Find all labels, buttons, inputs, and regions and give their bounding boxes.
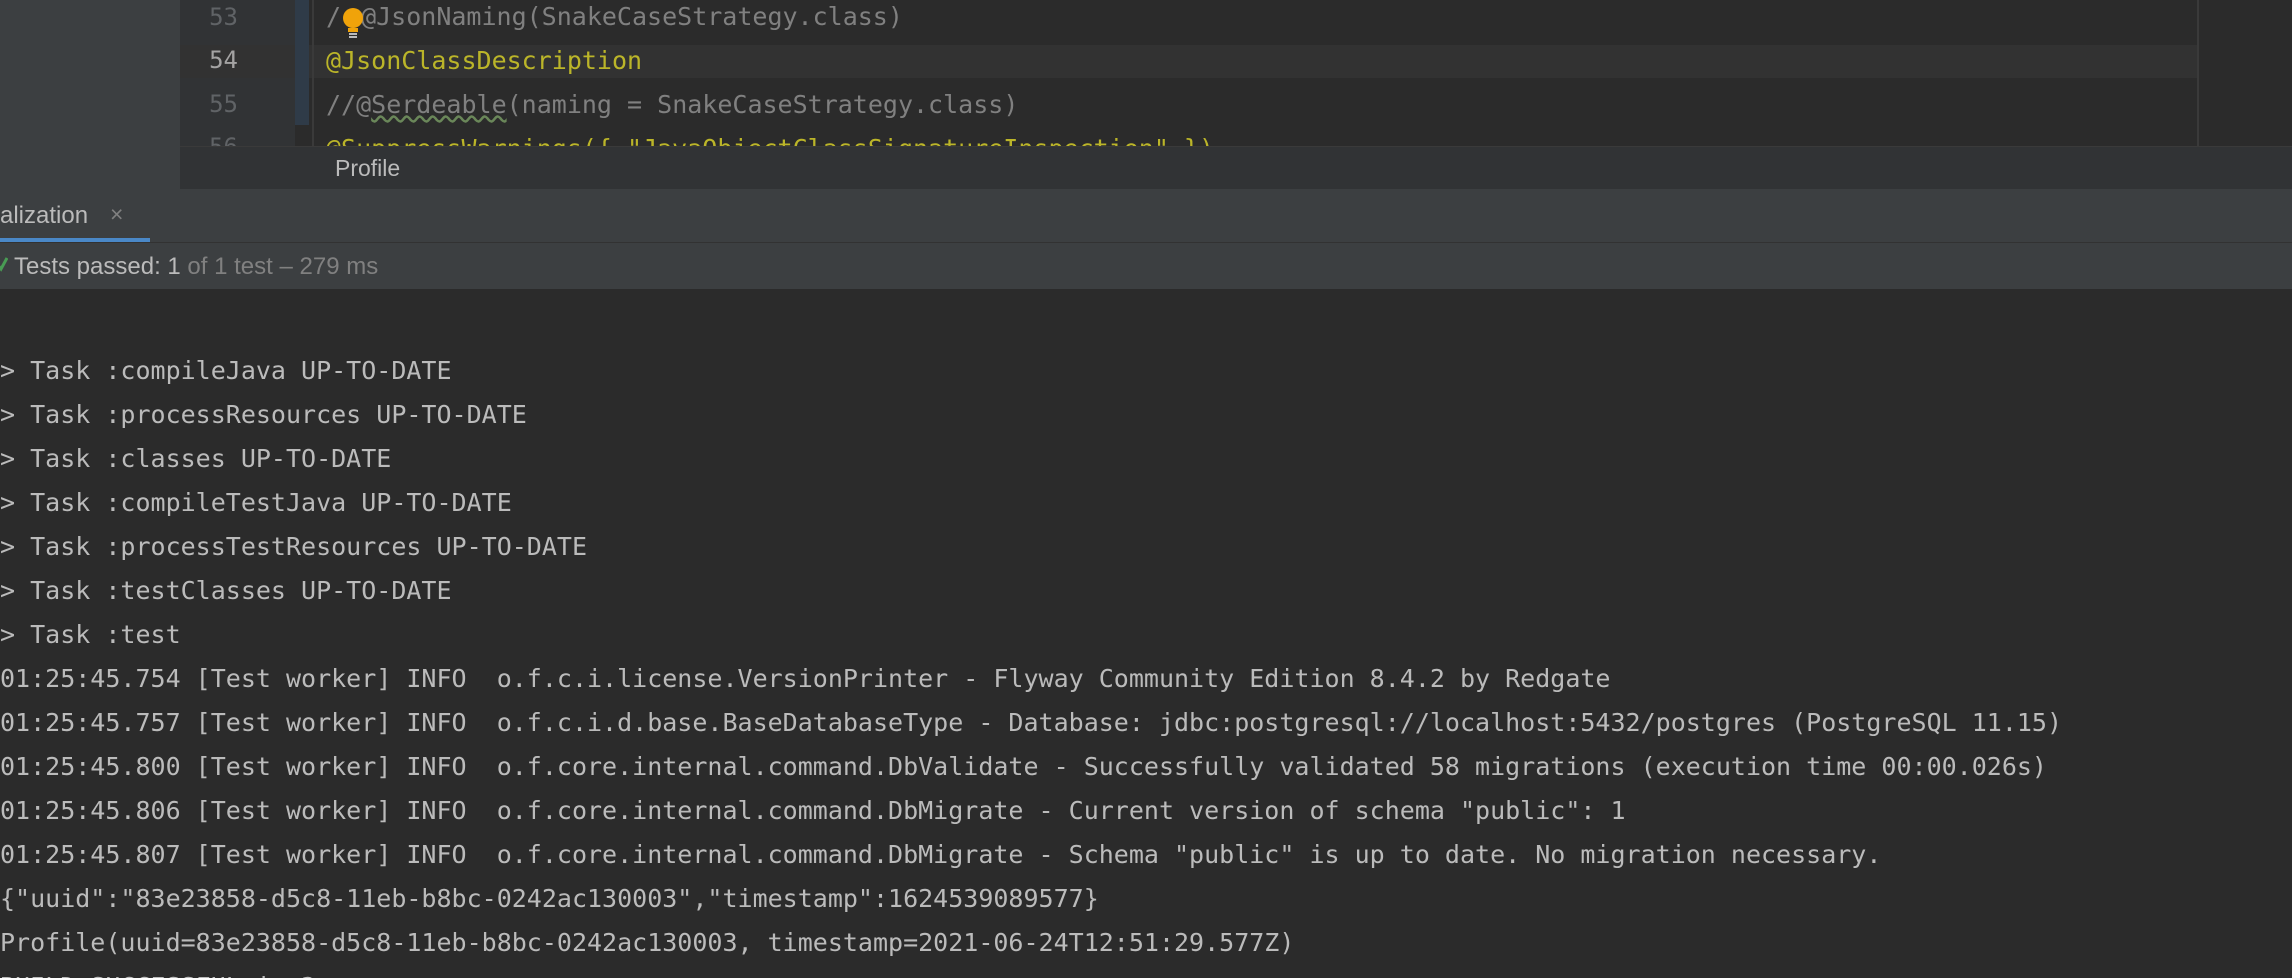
change-marker-stripe bbox=[295, 0, 309, 125]
console-output[interactable]: > Task :compileJava UP-TO-DATE > Task :p… bbox=[0, 349, 2292, 978]
tests-summary: of 1 test – 279 ms bbox=[180, 253, 379, 280]
console-line: > Task :processResources UP-TO-DATE bbox=[0, 400, 527, 429]
run-tool-window: alization × Tests passed: 1 of 1 test – … bbox=[0, 189, 2292, 978]
line-number-current: 54 bbox=[209, 46, 238, 74]
check-icon bbox=[0, 257, 8, 272]
console-line: > Task :processTestResources UP-TO-DATE bbox=[0, 532, 587, 561]
code-editor[interactable]: 53 54 55 56 /@JsonNaming(SnakeCaseStrate… bbox=[0, 0, 2292, 189]
console-line: > Task :classes UP-TO-DATE bbox=[0, 444, 392, 473]
code-comment: (naming = SnakeCaseStrategy.class) bbox=[506, 90, 1019, 119]
code-comment: @JsonNaming(SnakeCaseStrategy.class) bbox=[361, 2, 903, 31]
console-line: > Task :compileTestJava UP-TO-DATE bbox=[0, 488, 512, 517]
console-line: BUILD SUCCESSFUL in 3s bbox=[0, 965, 2292, 978]
tests-passed-count: Tests passed: 1 bbox=[14, 253, 181, 280]
console-line: 01:25:45.757 [Test worker] INFO o.f.c.i.… bbox=[0, 708, 2063, 737]
breadcrumb: Profile bbox=[180, 146, 2292, 189]
code-line-55[interactable]: //@Serdeable(naming = SnakeCaseStrategy.… bbox=[326, 90, 1018, 119]
lightbulb-icon[interactable] bbox=[339, 6, 367, 40]
console-line: 01:25:45.754 [Test worker] INFO o.f.c.i.… bbox=[0, 664, 1611, 693]
console-line: 01:25:45.807 [Test worker] INFO o.f.core… bbox=[0, 840, 1882, 869]
line-number: 55 bbox=[209, 90, 238, 118]
right-margin-guide bbox=[2197, 0, 2199, 146]
console-line: > Task :compileJava UP-TO-DATE bbox=[0, 356, 452, 385]
console-line: {"uuid":"83e23858-d5c8-11eb-b8bc-0242ac1… bbox=[0, 884, 1099, 913]
code-line-53[interactable]: / @JsonNaming(SnakeCaseStrategy.class) bbox=[326, 2, 903, 31]
code-line-54[interactable]: @JsonClassDescription bbox=[326, 46, 642, 75]
code-warning-word: Serdeable bbox=[371, 90, 507, 119]
test-status-bar: Tests passed: 1 of 1 test – 279 ms bbox=[0, 243, 2292, 289]
tab-run-configuration[interactable]: alization × bbox=[0, 189, 150, 242]
gutter-divider bbox=[312, 0, 314, 146]
run-tab-bar: alization × bbox=[0, 189, 2292, 243]
active-tab-indicator bbox=[0, 238, 150, 242]
console-line: Profile(uuid=83e23858-d5c8-11eb-b8bc-024… bbox=[0, 928, 1295, 957]
console-line: 01:25:45.806 [Test worker] INFO o.f.core… bbox=[0, 796, 1626, 825]
code-comment: //@ bbox=[326, 90, 372, 119]
close-icon[interactable]: × bbox=[110, 201, 123, 228]
line-number: 53 bbox=[209, 3, 238, 31]
breadcrumb-item[interactable]: Profile bbox=[335, 155, 400, 182]
project-panel-edge bbox=[0, 0, 180, 189]
tab-label: alization bbox=[0, 202, 89, 229]
console-line: > Task :test bbox=[0, 620, 181, 649]
console-line: > Task :testClasses UP-TO-DATE bbox=[0, 576, 452, 605]
console-line: 01:25:45.800 [Test worker] INFO o.f.core… bbox=[0, 752, 2047, 781]
test-status-text: Tests passed: 1 of 1 test – 279 ms bbox=[14, 253, 378, 281]
